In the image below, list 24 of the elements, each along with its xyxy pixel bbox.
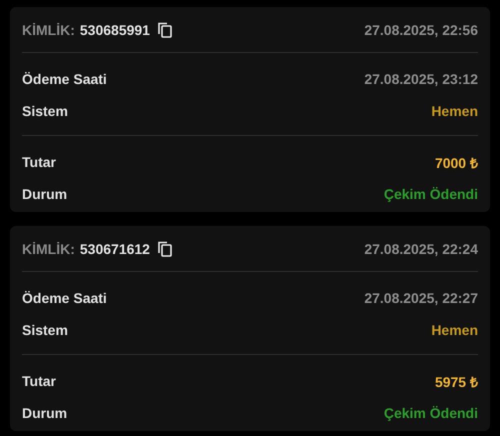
field-label: Ödeme Saati	[22, 290, 107, 306]
field-label: Sistem	[22, 103, 68, 119]
field-value: 5975 ₺	[434, 372, 478, 390]
id-label: KİMLİK:	[22, 22, 75, 38]
field-label: Ödeme Saati	[22, 71, 107, 87]
field-value: Çekim Ödendi	[384, 405, 478, 421]
field-value: 7000 ₺	[434, 154, 478, 172]
field-value: Hemen	[431, 322, 478, 338]
field-label: Tutar	[22, 373, 56, 389]
id-value: 530685991	[80, 22, 150, 38]
created-date: 27.08.2025, 22:24	[364, 240, 478, 256]
field-label: Tutar	[22, 154, 56, 170]
field-label: Durum	[22, 186, 68, 202]
field-value: 27.08.2025, 23:12	[364, 71, 478, 87]
field-label: Sistem	[22, 322, 68, 338]
field-label: Durum	[22, 405, 68, 421]
field-value: 27.08.2025, 22:27	[364, 290, 478, 306]
id-label: KİMLİK:	[22, 240, 75, 256]
copy-icon[interactable]	[158, 240, 172, 256]
copy-icon[interactable]	[158, 22, 172, 38]
field-value: Çekim Ödendi	[384, 186, 478, 202]
id-value: 530671612	[80, 240, 150, 256]
created-date: 27.08.2025, 22:56	[364, 22, 478, 38]
field-value: Hemen	[431, 103, 478, 119]
